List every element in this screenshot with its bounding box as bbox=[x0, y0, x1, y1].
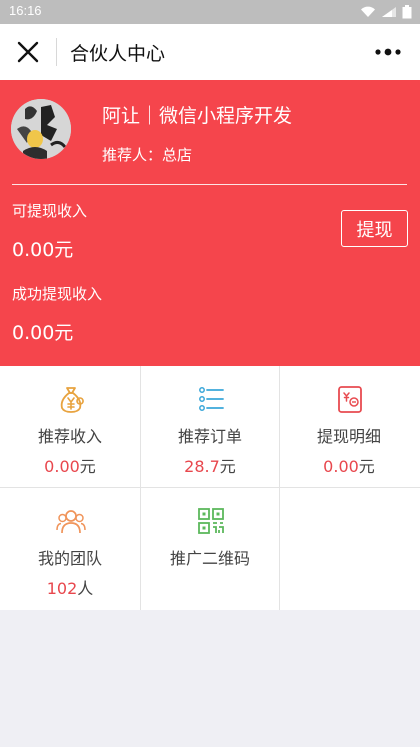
more-dots-icon bbox=[375, 48, 401, 56]
withdrawable-income-amount: 0.00元 bbox=[12, 239, 74, 261]
wifi-icon bbox=[361, 6, 375, 18]
user-name: 阿让｜微信小程序开发 bbox=[102, 105, 293, 127]
my-team-label: 我的团队 bbox=[37, 549, 102, 568]
withdraw-details-label: 提现明细 bbox=[316, 427, 381, 446]
my-team-item[interactable]: 我的团队 102人 bbox=[0, 488, 140, 610]
referrer-text: 推荐人：总店 bbox=[102, 146, 193, 164]
close-icon bbox=[17, 41, 39, 63]
qr-code-icon bbox=[198, 508, 224, 534]
divider bbox=[12, 184, 407, 185]
nav-bar: 合伙人中心 bbox=[0, 24, 420, 80]
referral-income-item[interactable]: 推荐收入 0.00元 bbox=[0, 366, 140, 488]
battery-icon bbox=[402, 5, 412, 19]
withdraw-details-value: 0.00元 bbox=[323, 457, 375, 476]
close-button[interactable] bbox=[12, 36, 44, 68]
referral-income-label: 推荐收入 bbox=[37, 427, 102, 446]
withdrawable-income-label: 可提现收入 bbox=[12, 202, 88, 220]
nav-divider bbox=[56, 38, 57, 66]
referral-orders-value: 28.7元 bbox=[184, 457, 236, 476]
referral-income-value: 0.00元 bbox=[44, 457, 96, 476]
avatar[interactable] bbox=[11, 99, 71, 159]
list-icon bbox=[199, 387, 224, 411]
promo-qr-code-label: 推广二维码 bbox=[169, 549, 250, 568]
page-title: 合伙人中心 bbox=[70, 44, 166, 65]
status-icons bbox=[360, 5, 412, 19]
avatar-image bbox=[11, 99, 71, 159]
my-team-value: 102人 bbox=[46, 579, 94, 598]
signal-icon bbox=[382, 7, 396, 17]
withdraw-button[interactable]: 提现 bbox=[341, 210, 408, 247]
empty-grid-cell bbox=[279, 488, 419, 610]
withdraw-details-item[interactable]: 提现明细 0.00元 bbox=[279, 366, 419, 488]
withdrawn-income-amount: 0.00元 bbox=[12, 322, 74, 344]
status-time: 16:16 bbox=[9, 3, 42, 18]
more-button[interactable] bbox=[368, 36, 408, 68]
money-bag-icon bbox=[60, 387, 84, 413]
referral-orders-label: 推荐订单 bbox=[177, 427, 242, 446]
profile-panel: 阿让｜微信小程序开发 推荐人：总店 可提现收入 0.00元 成功提现收入 0.0… bbox=[0, 80, 420, 366]
referral-orders-item[interactable]: 推荐订单 28.7元 bbox=[140, 366, 280, 488]
team-icon bbox=[56, 510, 86, 534]
promo-qr-code-item[interactable]: 推广二维码 bbox=[140, 488, 280, 610]
menu-grid: 推荐收入 0.00元 推荐订单 28.7元 提现明细 0.00元 我的团队 10… bbox=[0, 366, 420, 610]
withdrawn-income-label: 成功提现收入 bbox=[12, 285, 103, 303]
status-bar: 16:16 bbox=[0, 0, 420, 24]
bill-icon bbox=[338, 386, 362, 413]
